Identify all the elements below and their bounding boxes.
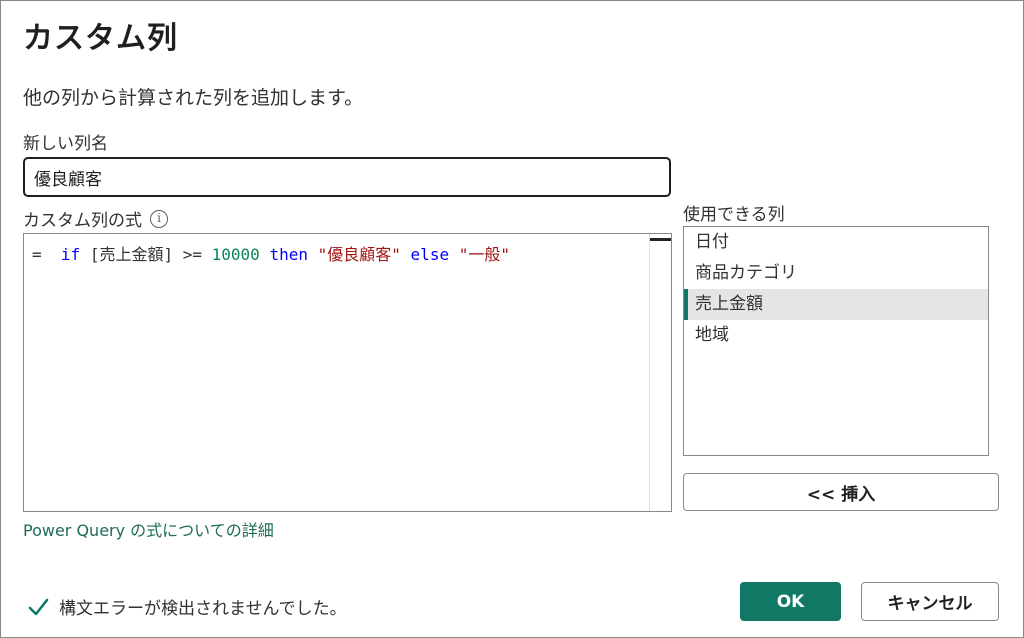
column-item-sales-amount[interactable]: 売上金額: [684, 289, 988, 320]
column-item-date[interactable]: 日付: [684, 227, 988, 258]
token-field: [売上金額]: [89, 245, 174, 264]
available-columns-list[interactable]: 日付 商品カテゴリ 売上金額 地域: [683, 226, 989, 456]
token-if: if: [60, 245, 81, 264]
ok-button[interactable]: OK: [740, 582, 841, 621]
info-icon[interactable]: i: [150, 209, 168, 228]
token-equals: =: [32, 245, 42, 264]
available-columns-label: 使用できる列: [683, 205, 785, 225]
token-string-true: "優良顧客": [317, 245, 401, 264]
column-name-input[interactable]: [23, 157, 671, 197]
custom-column-dialog: カスタム列 他の列から計算された列を追加します。 新しい列名 カスタム列の式 i…: [0, 0, 1024, 638]
formula-label: カスタム列の式: [23, 211, 142, 231]
formula-editor[interactable]: = if [売上金額] >= 10000 then "優良顧客" else "一…: [23, 233, 672, 512]
token-operator: >=: [182, 245, 202, 264]
column-item-category[interactable]: 商品カテゴリ: [684, 258, 988, 289]
dialog-description: 他の列から計算された列を追加します。: [23, 87, 364, 109]
dialog-title: カスタム列: [23, 21, 178, 56]
column-item-region[interactable]: 地域: [684, 320, 988, 351]
formula-code[interactable]: = if [売上金額] >= 10000 then "優良顧客" else "一…: [32, 241, 510, 265]
help-link[interactable]: Power Query の式についての詳細: [23, 517, 274, 541]
check-icon: [28, 598, 49, 615]
formula-label-row: カスタム列の式 i: [23, 206, 168, 231]
token-then: then: [269, 245, 308, 264]
token-string-false: "一般": [458, 245, 510, 264]
column-name-label: 新しい列名: [23, 134, 108, 154]
editor-scrollbar[interactable]: [649, 234, 671, 511]
status-text: 構文エラーが検出されませんでした。: [59, 599, 347, 619]
insert-button[interactable]: << 挿入: [683, 473, 999, 511]
scrollbar-thumb[interactable]: [650, 238, 671, 241]
cancel-button[interactable]: キャンセル: [861, 582, 999, 621]
token-else: else: [410, 245, 450, 264]
syntax-status: 構文エラーが検出されませんでした。: [27, 594, 347, 619]
token-number: 10000: [211, 245, 260, 264]
